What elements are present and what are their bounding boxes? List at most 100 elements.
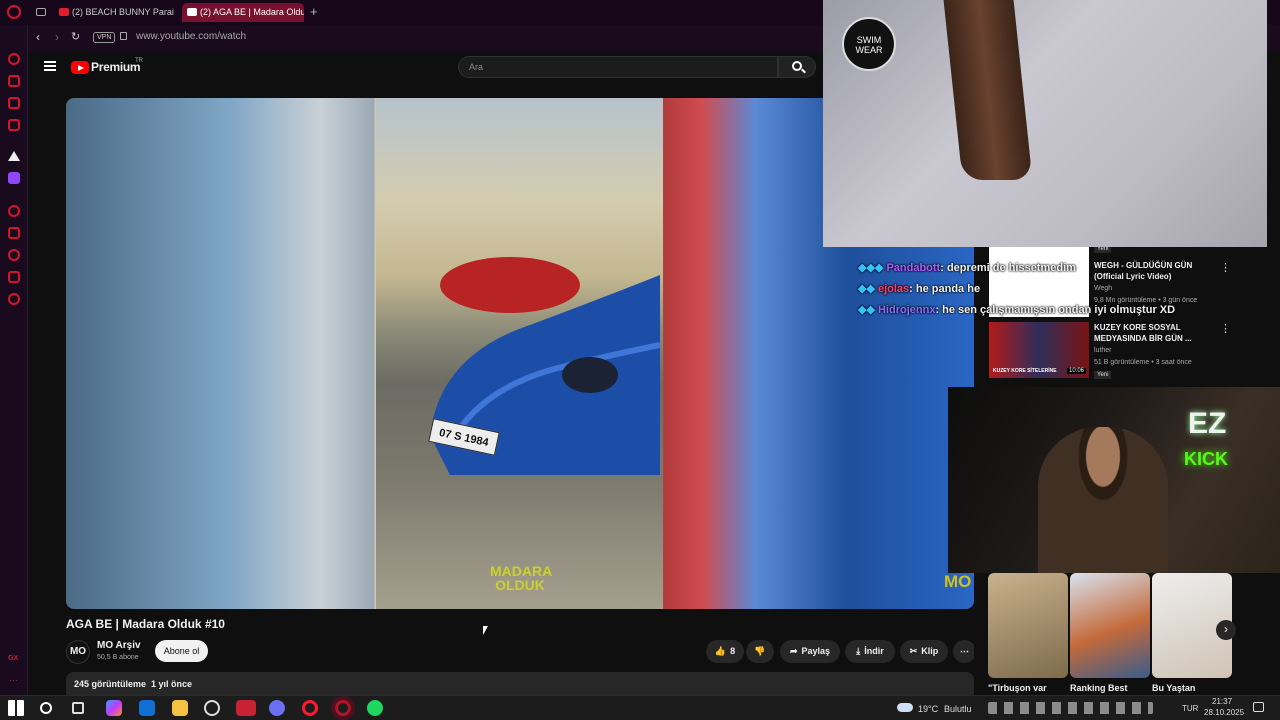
start-icon[interactable] [8, 700, 24, 716]
download-label: İndir [864, 646, 884, 656]
extensions-icon[interactable] [8, 271, 20, 283]
file-explorer-icon[interactable] [172, 700, 188, 716]
chat-message: ◆◆◆ Pandabott: depremi de hissetmedim [858, 258, 1175, 279]
youtube-favicon-icon [59, 8, 69, 16]
like-button[interactable]: 👍 8 [706, 640, 744, 663]
more-actions-button[interactable]: ⋯ [953, 640, 976, 663]
more-options-icon[interactable]: ⋮ [1220, 322, 1231, 335]
mouse-cursor-icon [483, 626, 488, 635]
opera-sidebar: GX ··· [0, 25, 28, 695]
share-button[interactable]: ➦ Paylaş [780, 640, 840, 663]
tab-overview-icon[interactable] [36, 8, 46, 16]
clock-time[interactable]: 21:37 [1212, 697, 1232, 707]
chat-username: Pandabott [886, 262, 941, 274]
chat-message: ◆◆ ejolas: he panda he [858, 279, 1175, 300]
url-text[interactable]: www.youtube.com/watch [136, 31, 246, 42]
clip-label: Klip [921, 646, 939, 656]
short-title[interactable]: "Tirbuşon var [988, 683, 1047, 693]
more-icon[interactable]: ··· [9, 675, 18, 685]
sidebar-video-channel[interactable]: luther [1094, 347, 1112, 354]
short-title[interactable]: Bu Yaştan [1152, 683, 1195, 693]
chat-username: ejolas [877, 283, 910, 295]
chat-message: ◆◆ Hidrojennx: he sen çalışmamışsın onda… [858, 300, 1175, 321]
new-tab-button[interactable]: + [310, 5, 318, 18]
back-icon[interactable]: ‹ [36, 30, 40, 44]
weather-desc[interactable]: Bulutlu [944, 704, 972, 714]
youtube-logo-icon[interactable] [71, 61, 89, 74]
more-options-icon[interactable]: ⋮ [1220, 261, 1231, 274]
copilot-icon[interactable] [106, 700, 122, 716]
workspace-icon[interactable] [8, 75, 20, 87]
kick-logo: KICK [1184, 449, 1228, 469]
channel-name[interactable]: MO Arşiv [97, 640, 141, 651]
opera-gx-icon[interactable] [335, 700, 351, 716]
view-count: 245 görüntüleme [74, 679, 147, 689]
stream-chat: ◆◆◆ Pandabott: depremi de hissetmedim ◆◆… [858, 258, 1175, 321]
opera-icon[interactable] [302, 700, 318, 716]
vscode-app-icon[interactable] [236, 700, 256, 716]
clock-date[interactable]: 28.10.2025 [1204, 708, 1244, 718]
video-overlay-text: MADARA OLDUK [490, 564, 552, 592]
opera-logo-icon[interactable] [7, 5, 21, 19]
tab-label: (2) AGA BE | Madara Oldu [200, 7, 304, 17]
channel-avatar[interactable]: MO [66, 640, 90, 664]
like-count: 8 [730, 646, 736, 656]
tray-icons[interactable] [988, 702, 1153, 714]
region-code: TR [135, 58, 143, 64]
upload-age: 1 yıl önce [151, 679, 193, 689]
video-watermark: MO [944, 572, 972, 591]
short-thumb-1[interactable] [988, 573, 1068, 678]
youtube-favicon-icon [187, 8, 197, 16]
notification-icon[interactable] [1253, 702, 1264, 712]
history-icon[interactable] [8, 249, 20, 261]
dislike-button[interactable]: 👎 [746, 640, 774, 663]
weather-icon[interactable] [897, 703, 913, 712]
bookmarks-icon[interactable] [8, 227, 20, 239]
reload-icon[interactable]: ↻ [71, 30, 80, 43]
lock-icon [120, 32, 127, 40]
weather-temp[interactable]: 19°C [918, 704, 938, 714]
search-button[interactable] [778, 56, 816, 78]
streamer-webcam: EZ KICK [948, 387, 1280, 573]
discord-icon[interactable] [269, 700, 285, 716]
aria-icon[interactable] [8, 53, 20, 65]
youtube-premium-logo[interactable]: Premium [91, 60, 141, 74]
instagram-icon[interactable] [8, 119, 20, 131]
short-title[interactable]: Ranking Best [1070, 683, 1128, 693]
thumbs-down-icon: 👎 [754, 646, 766, 656]
sidebar-thumb-2[interactable]: KUZEY KORE SİTELERİNE 10:06 [989, 322, 1089, 378]
music-icon[interactable] [8, 151, 20, 161]
search-input[interactable]: Ara [458, 56, 778, 78]
forward-icon[interactable]: › [55, 30, 59, 44]
twitch-icon[interactable] [8, 172, 20, 184]
messenger-icon[interactable] [8, 97, 20, 109]
subscribe-button[interactable]: Abone ol [155, 640, 208, 662]
clock-app-icon[interactable] [204, 700, 220, 716]
description-box[interactable]: 245 görüntüleme 1 yıl önce [66, 672, 974, 695]
new-badge: Yeni [1094, 371, 1112, 379]
tab-label: (2) BEACH BUNNY Parais [72, 7, 174, 17]
shorts-next-button[interactable]: › [1216, 620, 1236, 640]
legs-graphic [943, 0, 1033, 180]
short-thumb-2[interactable] [1070, 573, 1150, 678]
player-icon[interactable] [8, 205, 20, 217]
clip-button[interactable]: ✂ Klip [900, 640, 948, 663]
chat-text: : he panda he [909, 283, 981, 295]
vpn-badge[interactable]: VPN [93, 32, 116, 43]
input-language[interactable]: TUR [1182, 704, 1198, 714]
settings-icon[interactable] [8, 293, 20, 305]
mail-icon[interactable] [139, 700, 155, 716]
menu-icon[interactable] [44, 61, 56, 71]
chat-username: Hidrojennx [877, 304, 936, 316]
task-view-icon[interactable] [72, 702, 84, 714]
sidebar-video-title[interactable]: KUZEY KORE SOSYAL MEDYASINDA BİR GÜN ... [1094, 322, 1204, 344]
chat-badge-icon: ◆◆◆ [858, 262, 887, 274]
thumbs-up-icon: 👍 [714, 646, 727, 656]
tab-aga-be[interactable]: (2) AGA BE | Madara Oldu [182, 3, 304, 22]
tab-beach-bunny[interactable]: (2) BEACH BUNNY Parais [54, 3, 174, 22]
subscriber-count: 50,5 B abone [97, 654, 139, 661]
spotify-icon[interactable] [367, 700, 383, 716]
chat-text: : he sen çalışmamışsın ondan iyi olmuştu… [935, 304, 1176, 316]
download-button[interactable]: ⤓ İndir [845, 640, 895, 663]
search-icon[interactable] [40, 702, 52, 714]
